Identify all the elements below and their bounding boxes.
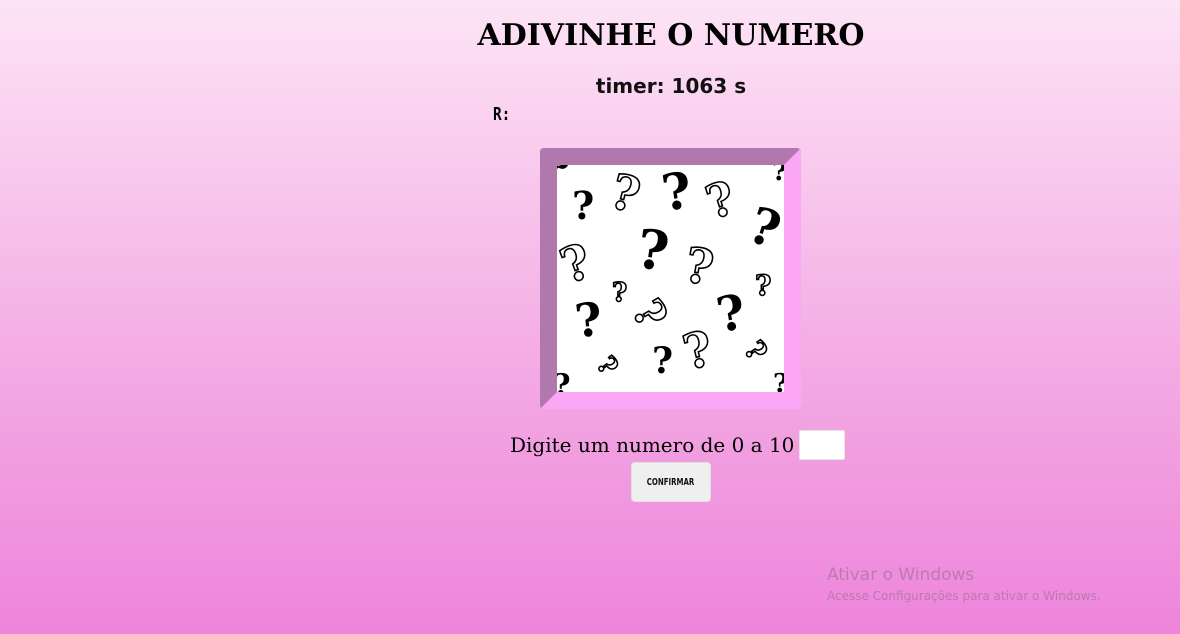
question-mark-icon: ? bbox=[754, 269, 772, 302]
answer-label: R: bbox=[493, 104, 511, 125]
question-marks-pattern-icon: ? ? ? ? ? ? ? ? ? ? ? ? ? ? ? ? ? ? ? ? … bbox=[557, 165, 784, 392]
timer-display: timer: 1063 s bbox=[0, 74, 1180, 98]
question-mark-icon: ? bbox=[741, 194, 784, 261]
question-mark-icon: ? bbox=[772, 165, 784, 185]
question-mark-icon: ? bbox=[572, 183, 595, 228]
question-mark-icon: ? bbox=[737, 334, 775, 368]
question-mark-icon: ? bbox=[557, 371, 571, 393]
watermark-title: Ativar o Windows bbox=[827, 565, 975, 585]
number-prompt-row: Digite um numero de 0 a 10 bbox=[510, 428, 846, 462]
question-mark-icon: ? bbox=[773, 371, 784, 392]
question-image-frame: ? ? ? ? ? ? ? ? ? ? ? ? ? ? ? ? ? ? ? ? … bbox=[540, 148, 801, 409]
timer-value: 1063 bbox=[671, 74, 728, 98]
question-mark-icon: ? bbox=[603, 165, 646, 225]
question-mark-icon: ? bbox=[557, 165, 575, 188]
timer-label: timer: bbox=[595, 74, 665, 98]
confirm-button-label: CONFIRMAR bbox=[647, 476, 695, 488]
question-mark-icon: ? bbox=[632, 216, 673, 284]
question-mark-icon: ? bbox=[657, 165, 696, 223]
question-mark-icon: ? bbox=[699, 169, 743, 230]
number-prompt-label: Digite um numero de 0 a 10 bbox=[510, 433, 795, 457]
number-input[interactable] bbox=[799, 430, 846, 460]
question-mark-icon: ? bbox=[677, 320, 719, 383]
question-mark-icon: ? bbox=[589, 350, 624, 381]
question-mark-icon: ? bbox=[680, 236, 719, 298]
question-mark-icon: ? bbox=[557, 232, 600, 296]
question-mark-icon: ? bbox=[712, 283, 750, 345]
page-title: ADIVINHE O NUMERO bbox=[477, 18, 865, 53]
question-mark-icon: ? bbox=[652, 340, 674, 382]
confirm-button[interactable]: CONFIRMAR bbox=[631, 462, 711, 502]
windows-activation-watermark: Ativar o Windows Acesse Configurações pa… bbox=[827, 565, 1101, 603]
watermark-subtitle: Acesse Configurações para ativar o Windo… bbox=[827, 589, 1101, 603]
question-mark-icon: ? bbox=[611, 278, 628, 308]
timer-unit: s bbox=[734, 74, 747, 98]
question-mark-icon: ? bbox=[622, 290, 678, 337]
question-mark-icon: ? bbox=[572, 291, 605, 349]
